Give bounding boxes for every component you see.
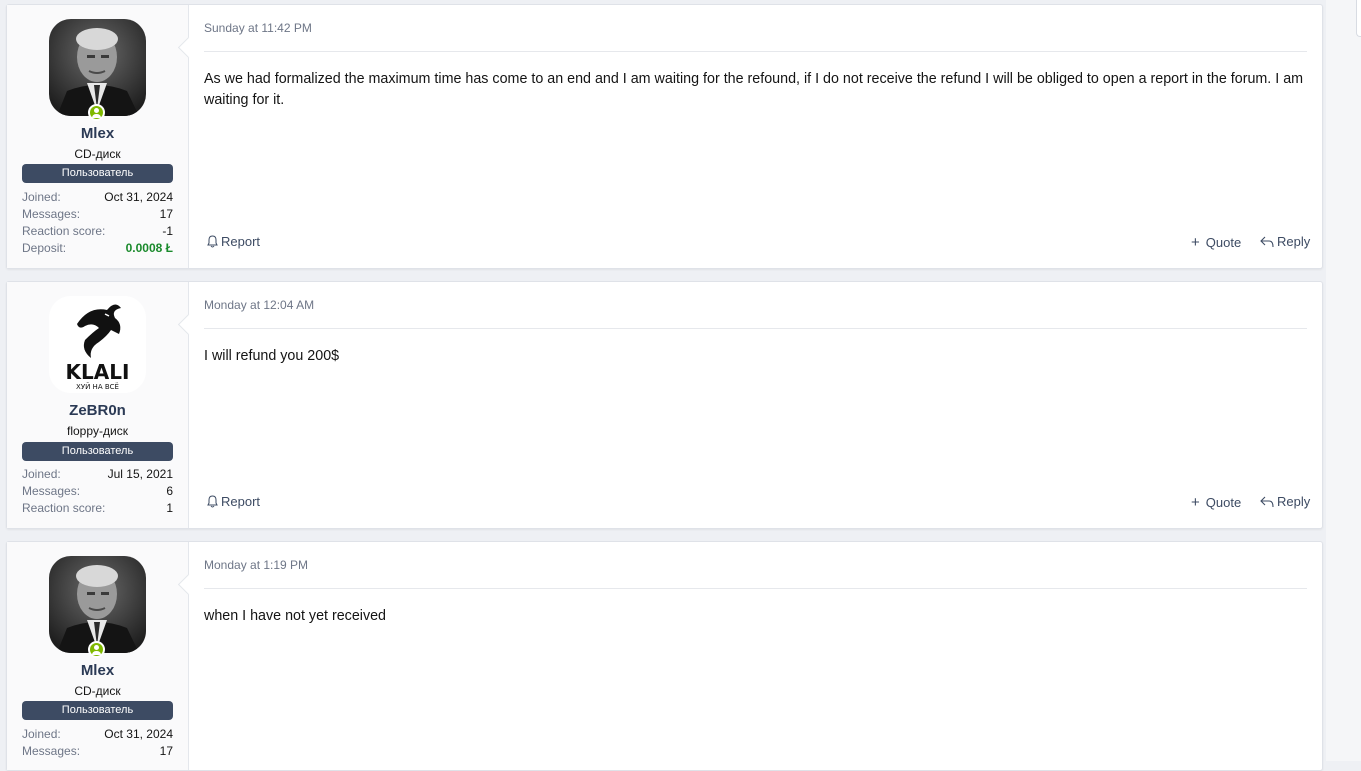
post: KLALI ХУЙ НА ВСЁ ZeBR0n floppy-диск Поль…: [6, 281, 1323, 529]
stat-value: Oct 31, 2024: [104, 727, 173, 741]
post: Mlex CD-диск Пользователь Joined: Oct 31…: [6, 541, 1323, 771]
user-stats: Joined: Oct 31, 2024 Messages: 17 Reacti…: [22, 189, 173, 257]
user-title: CD-диск: [74, 147, 121, 161]
stat-label: Reaction score:: [22, 501, 106, 515]
post: Mlex CD-диск Пользователь Joined: Oct 31…: [6, 4, 1323, 269]
divider: [204, 328, 1307, 329]
stat-label: Messages:: [22, 484, 81, 498]
user-stats: Joined: Oct 31, 2024 Messages: 17: [22, 726, 173, 760]
quote-label: Quote: [1205, 495, 1242, 510]
stat-deposit: Deposit: 0.0008 Ł: [22, 240, 173, 257]
role-badge: Пользователь: [22, 701, 173, 720]
stat-value: 1: [166, 501, 173, 515]
quote-label: Quote: [1205, 235, 1242, 250]
post-date[interactable]: Monday at 1:19 PM: [204, 558, 308, 572]
stat-label: Reaction score:: [22, 224, 106, 238]
post-body: I will refund you 200$: [204, 348, 340, 364]
stat-joined: Joined: Oct 31, 2024: [22, 726, 173, 743]
reply-label: Reply: [1277, 234, 1311, 249]
user-info: KLALI ХУЙ НА ВСЁ ZeBR0n floppy-диск Поль…: [7, 282, 189, 528]
online-status-icon: [88, 104, 105, 121]
avatar-photo: [49, 556, 146, 653]
stat-reaction-score: Reaction score: -1: [22, 223, 173, 240]
username[interactable]: ZeBR0n: [7, 402, 188, 419]
stat-label: Deposit:: [22, 241, 67, 255]
scrollbar-track[interactable]: [1326, 0, 1361, 761]
post-content: Monday at 12:04 AM I will refund you 200…: [204, 282, 1310, 528]
stat-messages: Messages: 17: [22, 206, 173, 223]
user-stats: Joined: Jul 15, 2021 Messages: 6 Reactio…: [22, 466, 173, 517]
avatar-logo-subtext: ХУЙ НА ВСЁ: [76, 382, 119, 391]
user-info: Mlex CD-диск Пользователь Joined: Oct 31…: [7, 5, 189, 268]
user-title: floppy-диск: [67, 424, 128, 438]
post-content: Sunday at 11:42 PM As we had formalized …: [204, 5, 1310, 268]
dragon-logo: KLALI ХУЙ НА ВСЁ: [49, 296, 146, 393]
avatar[interactable]: [49, 19, 146, 116]
stat-messages: Messages: 17: [22, 743, 173, 760]
stat-value: 17: [159, 207, 173, 221]
online-status-icon: [88, 641, 105, 658]
role-badge: Пользователь: [22, 164, 173, 183]
reply-button[interactable]: Reply: [1260, 494, 1310, 509]
avatar-photo: [49, 19, 146, 116]
post-date[interactable]: Sunday at 11:42 PM: [204, 21, 312, 35]
reply-icon: [1260, 496, 1274, 507]
post-body: As we had formalized the maximum time ha…: [204, 71, 1304, 108]
stat-joined: Joined: Oct 31, 2024: [22, 189, 173, 206]
plus-icon: +: [1191, 234, 1200, 251]
stat-value: Jul 15, 2021: [107, 467, 173, 481]
report-button[interactable]: Report: [207, 234, 260, 249]
divider: [204, 51, 1307, 52]
divider: [204, 588, 1307, 589]
stat-label: Messages:: [22, 207, 81, 221]
stat-messages: Messages: 6: [22, 483, 173, 500]
report-label: Report: [221, 234, 261, 249]
stat-label: Messages:: [22, 744, 81, 758]
bell-icon: [207, 495, 218, 508]
stat-label: Joined:: [22, 727, 61, 741]
username[interactable]: Mlex: [7, 125, 188, 142]
stat-value: -1: [162, 224, 173, 238]
bell-icon: [207, 235, 218, 248]
post-date[interactable]: Monday at 12:04 AM: [204, 298, 314, 312]
user-title: CD-диск: [74, 684, 121, 698]
plus-icon: +: [1191, 494, 1200, 511]
username[interactable]: Mlex: [7, 662, 188, 679]
reply-button[interactable]: Reply: [1260, 234, 1310, 249]
role-badge: Пользователь: [22, 442, 173, 461]
stat-value: 6: [166, 484, 173, 498]
quote-button[interactable]: + Quote: [1191, 234, 1241, 251]
avatar[interactable]: [49, 556, 146, 653]
stat-value: Oct 31, 2024: [104, 190, 173, 204]
stat-reaction-score: Reaction score: 1: [22, 500, 173, 517]
avatar-logo-text: KLALI: [66, 360, 130, 384]
reply-label: Reply: [1277, 494, 1311, 509]
stat-value: 17: [159, 744, 173, 758]
reply-icon: [1260, 236, 1274, 247]
stat-label: Joined:: [22, 467, 61, 481]
user-info: Mlex CD-диск Пользователь Joined: Oct 31…: [7, 542, 189, 770]
scrollbar-thumb[interactable]: [1356, 0, 1361, 37]
stat-label: Joined:: [22, 190, 61, 204]
quote-button[interactable]: + Quote: [1191, 494, 1241, 511]
report-label: Report: [221, 494, 261, 509]
stat-value: 0.0008 Ł: [125, 241, 173, 255]
post-content: Monday at 1:19 PM when I have not yet re…: [204, 542, 1307, 770]
stat-joined: Joined: Jul 15, 2021: [22, 466, 173, 483]
post-body: when I have not yet received: [204, 608, 386, 624]
report-button[interactable]: Report: [207, 494, 260, 509]
avatar[interactable]: KLALI ХУЙ НА ВСЁ: [49, 296, 146, 393]
